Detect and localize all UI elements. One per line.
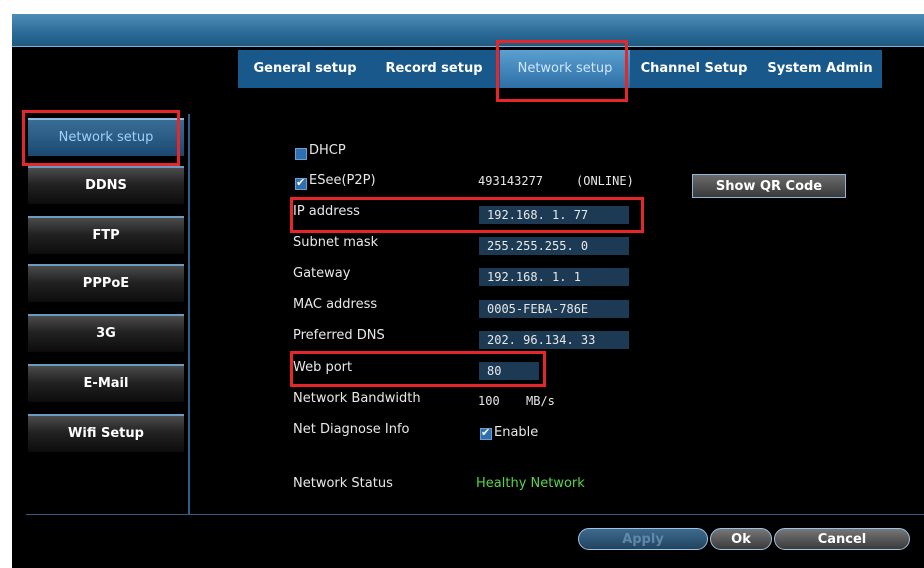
- sidebar-item-ddns[interactable]: DDNS: [28, 166, 184, 204]
- net-diagnose-enable-label: Enable: [494, 425, 539, 440]
- preferred-dns-value: 202. 96.134. 33: [487, 333, 596, 347]
- network-status-label: Network Status: [293, 476, 393, 491]
- preferred-dns-label: Preferred DNS: [293, 328, 385, 343]
- tab-channel-setup[interactable]: Channel Setup: [632, 50, 756, 88]
- highlight-web-port: [290, 351, 546, 387]
- gateway-value: 192.168. 1. 1: [487, 270, 581, 284]
- highlight-network-setup-tab: [496, 40, 628, 102]
- subnet-mask-label: Subnet mask: [293, 235, 379, 250]
- footer-divider: [26, 514, 924, 515]
- dhcp-label: DHCP: [309, 143, 346, 158]
- esee-checkbox[interactable]: [295, 176, 307, 190]
- preferred-dns-field[interactable]: 202. 96.134. 33: [479, 331, 629, 349]
- show-qr-code-label: Show QR Code: [715, 179, 823, 194]
- subnet-mask-value: 255.255.255. 0: [487, 239, 589, 253]
- mac-address-value: 0005-FEBA-786E: [487, 302, 589, 316]
- sidebar-item-wifi-setup[interactable]: Wifi Setup: [28, 414, 184, 452]
- esee-status: (ONLINE): [576, 174, 634, 188]
- network-bandwidth-value: 100: [478, 394, 500, 408]
- highlight-network-setup-sidebar: [22, 110, 180, 166]
- sidebar-item-email[interactable]: E-Mail: [28, 364, 184, 402]
- network-status-value: Healthy Network: [476, 476, 585, 491]
- net-diagnose-checkbox[interactable]: [480, 426, 492, 440]
- tab-record-setup[interactable]: Record setup: [372, 50, 496, 88]
- dvr-settings-window: General setup Record setup Network setup…: [12, 14, 924, 568]
- gateway-field[interactable]: 192.168. 1. 1: [479, 268, 629, 286]
- tab-general-setup[interactable]: General setup: [244, 50, 366, 88]
- ok-button[interactable]: Ok: [710, 528, 772, 550]
- esee-device-id: 493143277: [478, 174, 544, 188]
- network-bandwidth-label: Network Bandwidth: [293, 391, 421, 406]
- dhcp-checkbox[interactable]: [295, 148, 307, 160]
- apply-button[interactable]: Apply: [578, 528, 708, 550]
- network-bandwidth-unit: MB/s: [526, 394, 555, 408]
- title-bar: [12, 14, 924, 47]
- sidebar-item-pppoe[interactable]: PPPoE: [28, 264, 184, 302]
- highlight-ip-address: [290, 197, 644, 233]
- tab-system-admin[interactable]: System Admin: [760, 50, 880, 88]
- gateway-label: Gateway: [293, 266, 351, 281]
- sidebar-divider: [188, 114, 190, 514]
- mac-address-label: MAC address: [293, 297, 378, 312]
- sidebar-item-ftp[interactable]: FTP: [28, 216, 184, 254]
- show-qr-code-button[interactable]: Show QR Code: [692, 174, 846, 198]
- sidebar-item-3g[interactable]: 3G: [28, 314, 184, 352]
- mac-address-field[interactable]: 0005-FEBA-786E: [479, 300, 629, 318]
- esee-label: ESee(P2P): [309, 173, 376, 188]
- subnet-mask-field[interactable]: 255.255.255. 0: [479, 237, 629, 255]
- cancel-button[interactable]: Cancel: [774, 528, 910, 550]
- net-diagnose-label: Net Diagnose Info: [293, 422, 410, 437]
